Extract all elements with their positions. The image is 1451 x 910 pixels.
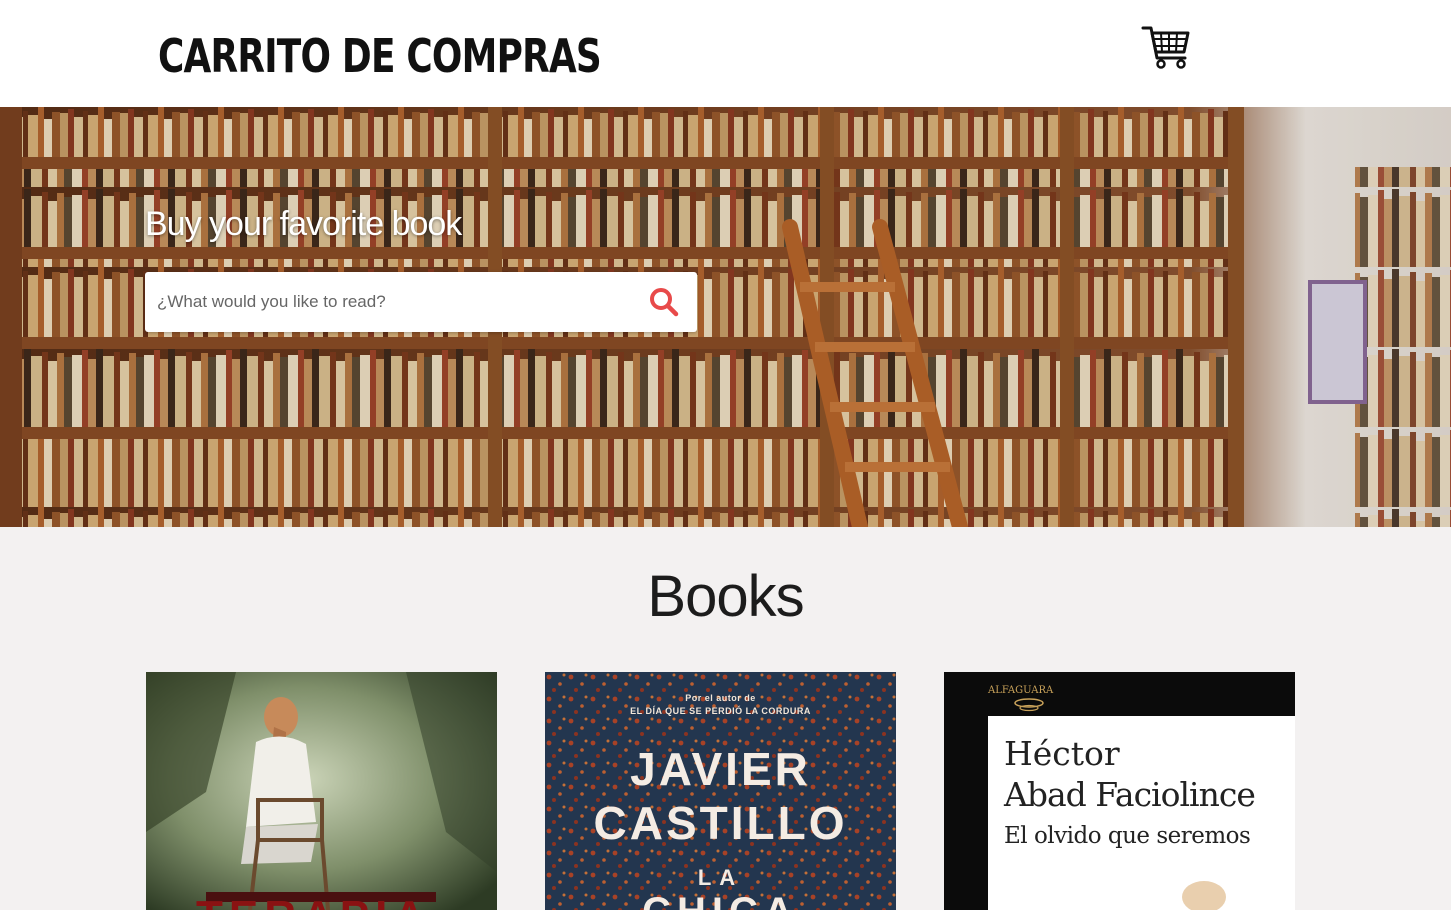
book-cover-author: CASTILLO [593,797,848,849]
book-cover-subtitle: Por el autor de [685,693,756,703]
book-cover-title: CHICA [545,890,896,910]
book-cover-author: JAVIER [630,743,811,795]
book-cover-title: El olvido que seremos [1004,823,1251,849]
top-header: CARRITO DE COMPRAS [0,0,1451,107]
books-section-title: Books [647,564,804,629]
search-input[interactable] [157,272,637,332]
book-cover-author: Héctor [1004,734,1120,773]
search-icon[interactable] [648,286,680,318]
book-card[interactable]: TERAPIA [146,672,497,910]
hero-title: Buy your favorite book [145,205,462,243]
book-cover-title: LA [697,865,744,890]
book-cover-subtitle: EL DÍA QUE SE PERDIÓ LA CORDURA [630,706,811,716]
shopping-cart-icon[interactable] [1140,22,1192,70]
publisher-name: ALFAGUARA [988,685,1054,696]
book-cover-title: TERAPIA [196,892,431,910]
book-card[interactable]: ALFAGUARA Héctor Abad Faciolince El olvi… [944,672,1295,910]
book-card[interactable]: Por el autor de EL DÍA QUE SE PERDIÓ LA … [545,672,896,910]
book-cover-author: Abad Faciolince [1004,775,1256,814]
site-logo[interactable]: CARRITO DE COMPRAS [158,26,602,86]
search-bar [145,272,697,332]
book-cover-image [146,672,497,910]
